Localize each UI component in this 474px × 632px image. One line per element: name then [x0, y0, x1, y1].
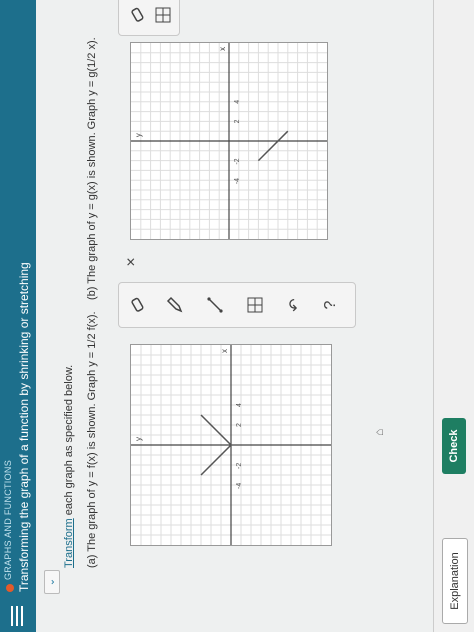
line-tool-icon[interactable] — [203, 293, 227, 317]
tick-label: -2 — [234, 158, 241, 164]
top-bar: GRAPHS AND FUNCTIONS Transforming the gr… — [0, 0, 36, 632]
mouse-cursor-icon: ⌂ — [372, 428, 386, 436]
tick-label: 2 — [234, 119, 241, 123]
graph-b[interactable]: y x -4 -2 2 4 — [130, 42, 328, 240]
tick-label: 4 — [236, 403, 243, 407]
tick-label: -2 — [236, 463, 243, 469]
function-g-segment — [257, 130, 289, 162]
y-axis-label-a: y — [134, 437, 143, 441]
x-axis-label-b: x — [218, 47, 227, 51]
tick-label: -4 — [234, 178, 241, 184]
footer-bar: Explanation Check — [433, 0, 474, 632]
explanation-button[interactable]: Explanation — [442, 538, 468, 624]
help-icon[interactable]: ? — [319, 293, 343, 317]
undo-icon[interactable]: ↶ — [283, 293, 307, 317]
grid-icon[interactable] — [151, 3, 175, 27]
instructions: Transform each graph as specified below. — [63, 365, 75, 568]
grid-icon[interactable] — [243, 293, 267, 317]
tick-label: 2 — [236, 423, 243, 427]
screen-photo: GRAPHS AND FUNCTIONS Transforming the gr… — [0, 0, 474, 632]
pencil-icon[interactable] — [163, 293, 187, 317]
instruction-lead: Transform — [63, 518, 75, 568]
toolbox-a: ↶ ? — [118, 282, 356, 328]
status-dot — [6, 584, 14, 592]
menu-icon[interactable] — [8, 606, 28, 626]
page-title: Transforming the graph of a function by … — [17, 262, 31, 592]
eraser-icon[interactable] — [125, 3, 149, 27]
chevron-down-icon[interactable]: ⌄ — [44, 570, 60, 594]
check-button[interactable]: Check — [442, 418, 466, 474]
instruction-rest: each graph as specified below. — [63, 364, 75, 519]
toolbox-b — [118, 0, 180, 36]
part-b-label: (b) The graph of y = g(x) is shown. Grap… — [86, 37, 98, 300]
close-icon[interactable]: × — [120, 250, 144, 274]
breadcrumb: GRAPHS AND FUNCTIONS — [3, 459, 13, 580]
part-a-label: (a) The graph of y = f(x) is shown. Grap… — [86, 311, 98, 568]
tick-label: -4 — [236, 483, 243, 489]
y-axis-label-b: y — [134, 133, 143, 137]
eraser-icon[interactable] — [125, 293, 149, 317]
x-axis-label-a: x — [220, 349, 229, 353]
graph-a[interactable]: y x -4 -2 2 4 — [130, 344, 332, 546]
tick-label: 4 — [234, 100, 241, 104]
